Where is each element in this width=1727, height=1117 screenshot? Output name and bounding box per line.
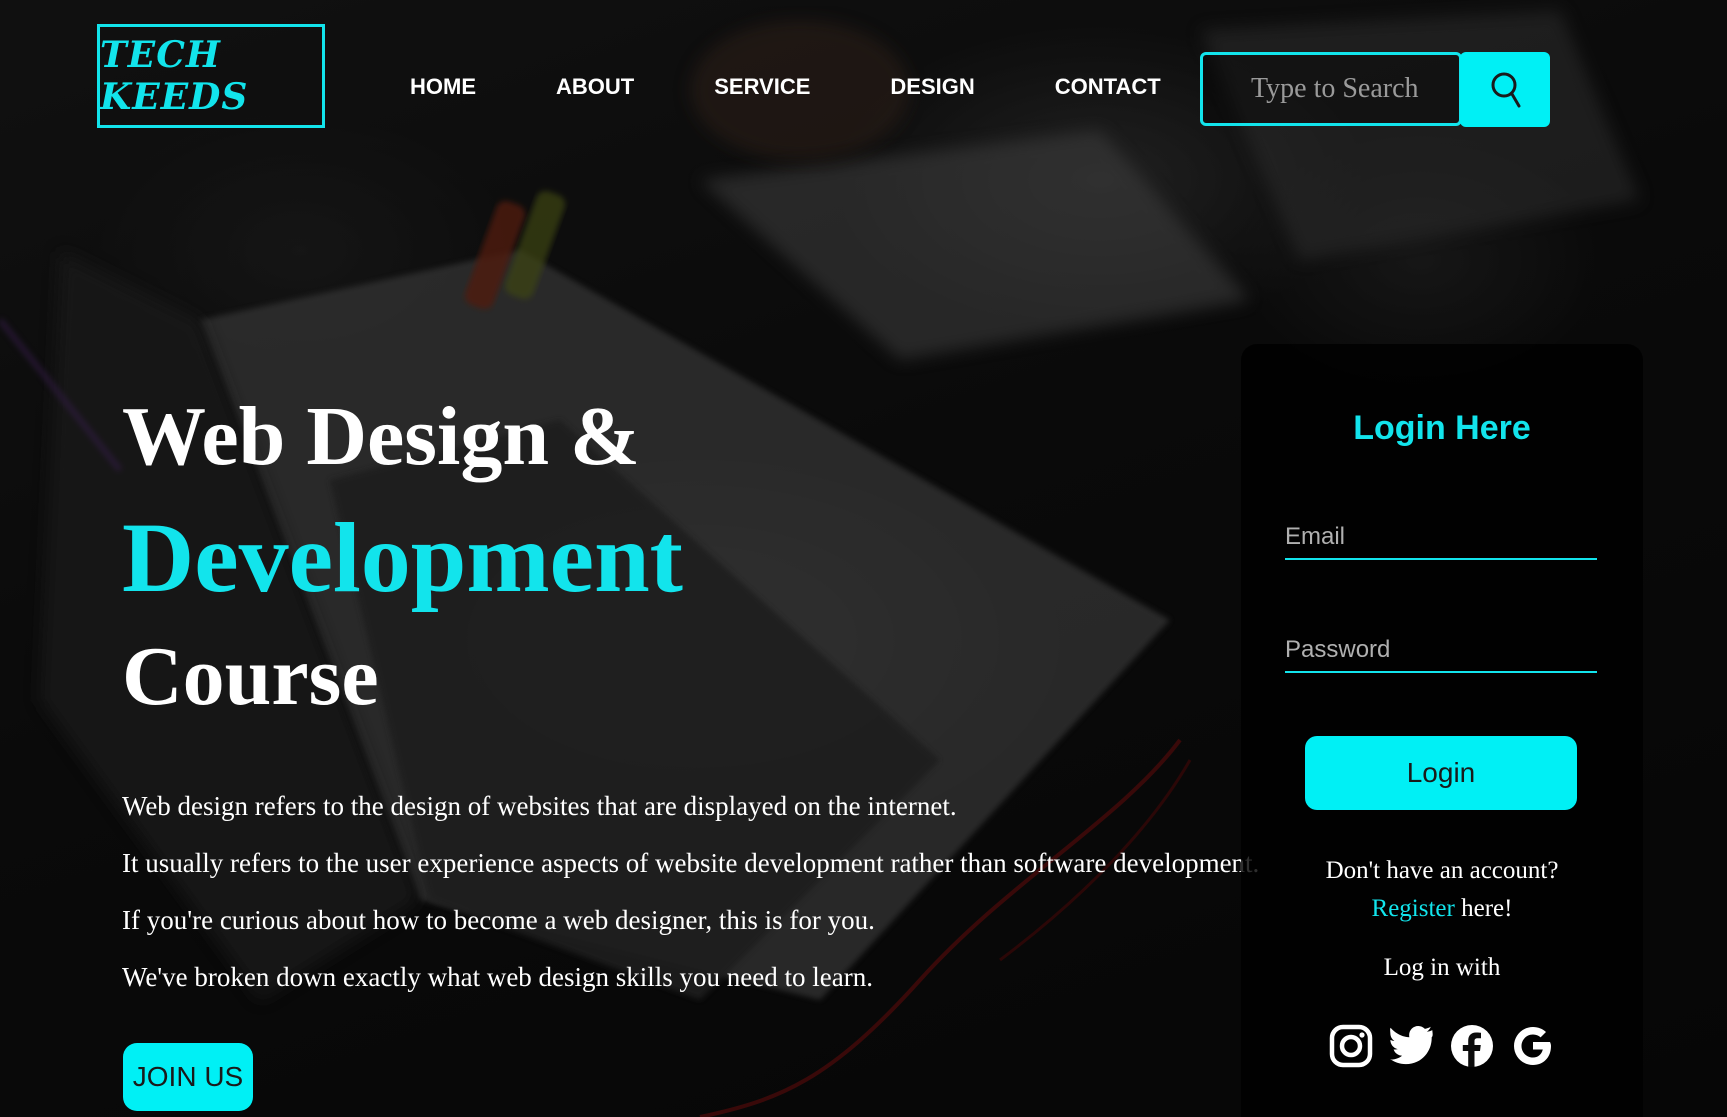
password-field[interactable] bbox=[1285, 629, 1597, 673]
description-line: It usually refers to the user experience… bbox=[122, 848, 1260, 878]
hero-title-line1: Web Design & bbox=[122, 390, 641, 483]
site-logo[interactable]: TECH KEEDS bbox=[97, 24, 325, 128]
description-line: We've broken down exactly what web desig… bbox=[122, 962, 873, 992]
nav-item-home[interactable]: HOME bbox=[410, 74, 476, 100]
register-suffix: here! bbox=[1454, 895, 1513, 922]
nav-item-service[interactable]: SERVICE bbox=[714, 74, 810, 100]
description-line: Web design refers to the design of websi… bbox=[122, 791, 957, 821]
login-with-text: Log in with bbox=[1383, 954, 1501, 981]
nav-item-design[interactable]: DESIGN bbox=[890, 74, 974, 100]
search-button[interactable] bbox=[1460, 52, 1550, 127]
register-line: Register here! bbox=[1241, 890, 1643, 928]
instagram-icon[interactable] bbox=[1326, 1021, 1376, 1071]
email-field[interactable] bbox=[1285, 516, 1597, 560]
register-prompt: Don't have an account? Register here! bbox=[1241, 852, 1643, 928]
hero-title-line3: Course bbox=[122, 630, 379, 723]
main-nav: HOME ABOUT SERVICE DESIGN CONTACT bbox=[410, 74, 1161, 100]
twitter-icon[interactable] bbox=[1387, 1021, 1437, 1071]
social-login-row bbox=[1326, 1021, 1558, 1071]
hero-title-highlight: Development bbox=[122, 502, 683, 613]
description-line: If you're curious about how to become a … bbox=[122, 905, 875, 935]
page-background: TECH KEEDS HOME ABOUT SERVICE DESIGN CON… bbox=[0, 0, 1727, 1117]
hero-description: Web design refers to the design of websi… bbox=[122, 778, 1259, 1006]
nav-item-contact[interactable]: CONTACT bbox=[1055, 74, 1161, 100]
facebook-icon[interactable] bbox=[1447, 1021, 1497, 1071]
join-us-button[interactable]: JOIN US bbox=[123, 1043, 253, 1111]
no-account-text: Don't have an account? bbox=[1325, 857, 1559, 884]
search-icon bbox=[1491, 72, 1521, 107]
google-icon[interactable] bbox=[1508, 1021, 1558, 1071]
login-button[interactable]: Login bbox=[1305, 736, 1577, 810]
register-link[interactable]: Register bbox=[1372, 895, 1455, 922]
login-title: Login Here bbox=[1353, 409, 1531, 447]
login-card: Login Here Login Don't have an account? … bbox=[1241, 344, 1643, 1117]
search-input[interactable] bbox=[1200, 52, 1462, 126]
nav-item-about[interactable]: ABOUT bbox=[556, 74, 634, 100]
